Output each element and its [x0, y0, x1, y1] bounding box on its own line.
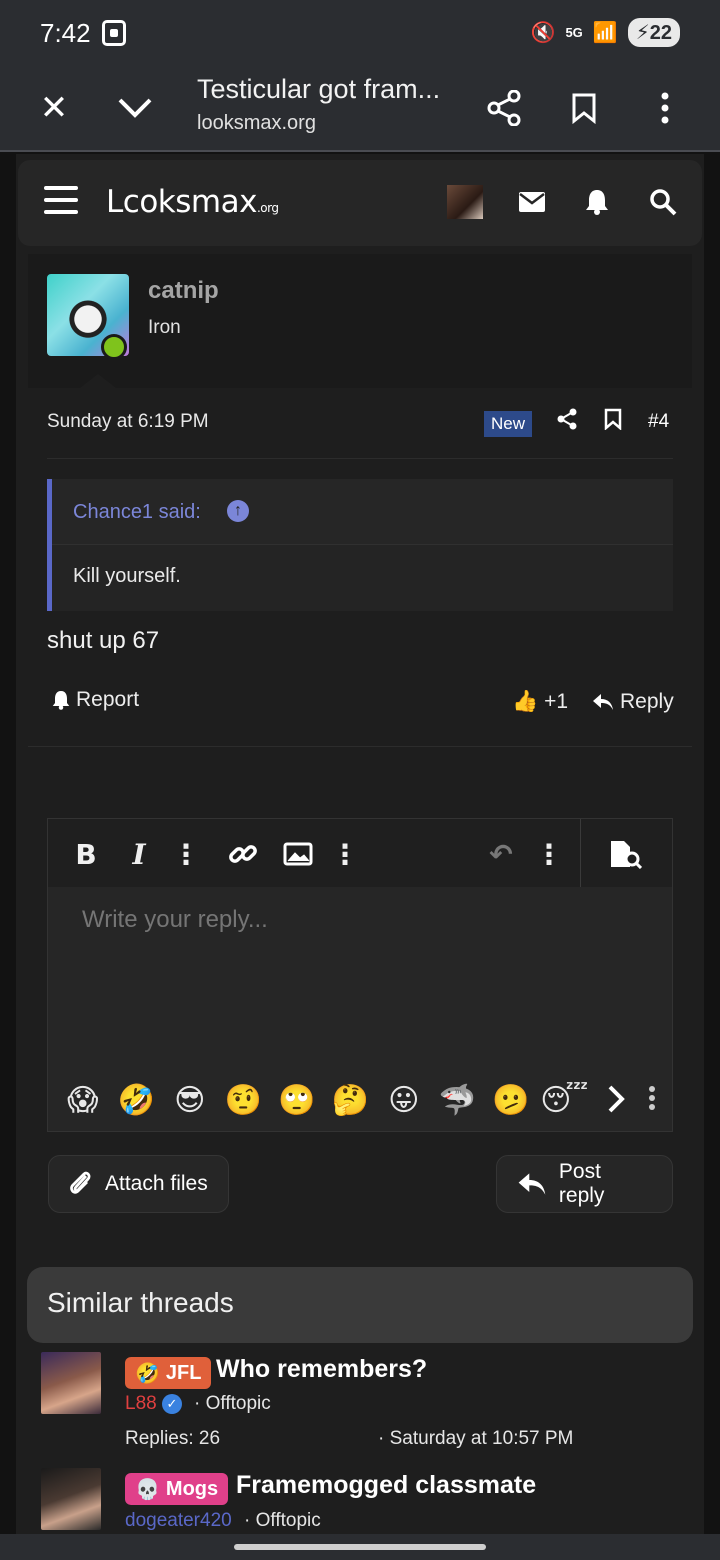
search-icon[interactable]	[645, 184, 681, 220]
page-title[interactable]: Testicular got fram...	[197, 74, 440, 105]
emoji-rofl[interactable]: 🤣	[110, 1083, 164, 1118]
chevron-right-icon[interactable]	[606, 1084, 626, 1119]
thread-avatar[interactable]	[41, 1468, 101, 1530]
bell-icon	[52, 691, 70, 710]
more-vert-icon[interactable]	[641, 84, 689, 132]
chevron-down-icon[interactable]	[111, 84, 159, 132]
mute-icon: 🔇	[530, 22, 556, 44]
page-url[interactable]: looksmax.org	[197, 112, 316, 135]
emoji-thinking[interactable]: 🤔	[324, 1083, 378, 1118]
system-nav-bar	[0, 1534, 720, 1560]
post-body: shut up 67	[47, 627, 160, 654]
similar-threads-header: Similar threads	[27, 1267, 693, 1343]
more-vert-icon[interactable]: ⋮	[532, 836, 566, 872]
thread-replies: Replies: 26	[125, 1428, 221, 1449]
browser-toolbar: ✕ Testicular got fram... looksmax.org	[0, 64, 720, 152]
reply-button[interactable]: Reply	[592, 690, 674, 714]
verified-icon: ✓	[161, 1393, 182, 1414]
bookmark-icon[interactable]	[604, 408, 622, 436]
clock: 7:42	[40, 18, 91, 48]
toolbar-separator	[580, 819, 581, 887]
skull-icon: 💀	[135, 1478, 160, 1501]
undo-icon[interactable]: ↶	[484, 836, 518, 872]
emoji-scream[interactable]: 😱	[56, 1083, 110, 1118]
thread-forum[interactable]: · Offtopic	[244, 1510, 321, 1532]
like-count: +1	[544, 690, 569, 713]
screenshot-icon	[102, 20, 126, 46]
like-button[interactable]: 👍 +1	[512, 690, 568, 714]
thread-date: · Saturday at 10:57 PM	[378, 1428, 574, 1449]
reply-label: Reply	[620, 690, 674, 713]
divider	[47, 458, 673, 459]
thread-tag[interactable]: 🤣 JFL	[125, 1357, 212, 1389]
post-reply-label: Post reply	[558, 1160, 605, 1207]
thread-avatar[interactable]	[41, 1352, 101, 1414]
emoji-tongue[interactable]: 😛	[377, 1083, 431, 1118]
post-number[interactable]: #4	[648, 411, 669, 433]
emoji-sleeping[interactable]: 😴	[538, 1083, 592, 1118]
user-avatar[interactable]	[447, 185, 483, 219]
reply-textarea[interactable]	[48, 888, 672, 1068]
new-badge: New	[484, 411, 533, 437]
thread-forum[interactable]: · Offtopic	[194, 1393, 271, 1415]
image-icon[interactable]	[281, 836, 315, 872]
bell-icon[interactable]	[579, 184, 615, 220]
emoji-raised-eyebrow[interactable]: 🤨	[217, 1083, 271, 1118]
thread-author[interactable]: dogeater420	[125, 1510, 232, 1532]
network-label: 5G	[565, 25, 583, 40]
emoji-picker-row: 😱 🤣 😎 🤨 🙄 🤔 😛 🦈 🫤 😴	[56, 1078, 666, 1122]
post-date[interactable]: Sunday at 6:19 PM	[47, 411, 209, 433]
preview-icon[interactable]	[608, 836, 642, 872]
bookmark-icon[interactable]	[560, 84, 608, 132]
similar-threads-title: Similar threads	[47, 1287, 234, 1318]
thread-tag[interactable]: 💀 Mogs	[125, 1473, 229, 1505]
online-status-icon	[101, 334, 127, 360]
status-icons: 🔇 5G 📶 ⚡22	[531, 18, 680, 47]
attach-files-label: Attach files	[105, 1172, 208, 1195]
divider	[28, 746, 692, 747]
link-icon[interactable]	[226, 836, 260, 872]
arrow-up-icon[interactable]: ↑	[227, 500, 249, 522]
emoji-eye-roll[interactable]: 🙄	[270, 1083, 324, 1118]
quote-header: Chance1 said: ↑	[52, 479, 673, 545]
italic-icon[interactable]: I	[122, 836, 156, 872]
reply-icon	[518, 1173, 546, 1195]
quote-author[interactable]: Chance1 said:	[73, 501, 201, 524]
thread-author[interactable]: L88 ✓	[125, 1393, 182, 1415]
home-gesture-handle[interactable]	[234, 1544, 486, 1550]
bold-icon[interactable]: B	[69, 836, 103, 872]
thread-title[interactable]: Framemogged classmate	[236, 1471, 536, 1500]
close-icon[interactable]: ✕	[30, 84, 78, 132]
more-vert-icon[interactable]: ⋮	[169, 836, 203, 872]
paperclip-icon	[70, 1171, 91, 1194]
share-icon[interactable]	[480, 84, 528, 132]
signal-icon: 📶	[592, 22, 618, 44]
mail-icon[interactable]	[514, 184, 550, 220]
thread-title[interactable]: Who remembers?	[216, 1355, 427, 1384]
emoji-cool[interactable]: 😎	[163, 1083, 217, 1118]
laughing-icon: 🤣	[135, 1362, 160, 1385]
author-username[interactable]: catnip	[148, 277, 219, 305]
menu-icon[interactable]	[44, 186, 78, 214]
status-bar: 7:42 🔇 5G 📶 ⚡22	[0, 0, 720, 64]
author-rank: Iron	[148, 317, 181, 338]
author-pointer	[80, 374, 116, 388]
post-reply-button[interactable]: Post reply	[496, 1155, 673, 1213]
emoji-worried[interactable]: 🫤	[484, 1083, 538, 1118]
more-vert-icon[interactable]	[648, 1085, 656, 1116]
report-button[interactable]: Report	[52, 688, 139, 712]
attach-files-button[interactable]: Attach files	[48, 1155, 229, 1213]
thumbs-up-icon: 👍	[512, 690, 539, 713]
site-logo[interactable]: Lcoksmax.org	[106, 184, 279, 220]
report-label: Report	[76, 688, 140, 711]
emoji-shark[interactable]: 🦈	[431, 1083, 485, 1118]
quote-text: Kill yourself.	[73, 565, 181, 587]
battery-indicator: ⚡22	[627, 18, 680, 47]
share-icon[interactable]	[556, 408, 578, 436]
quote-block: Chance1 said: ↑ Kill yourself.	[47, 479, 673, 611]
reply-icon	[593, 694, 613, 710]
more-vert-icon[interactable]: ⋮	[328, 836, 362, 872]
